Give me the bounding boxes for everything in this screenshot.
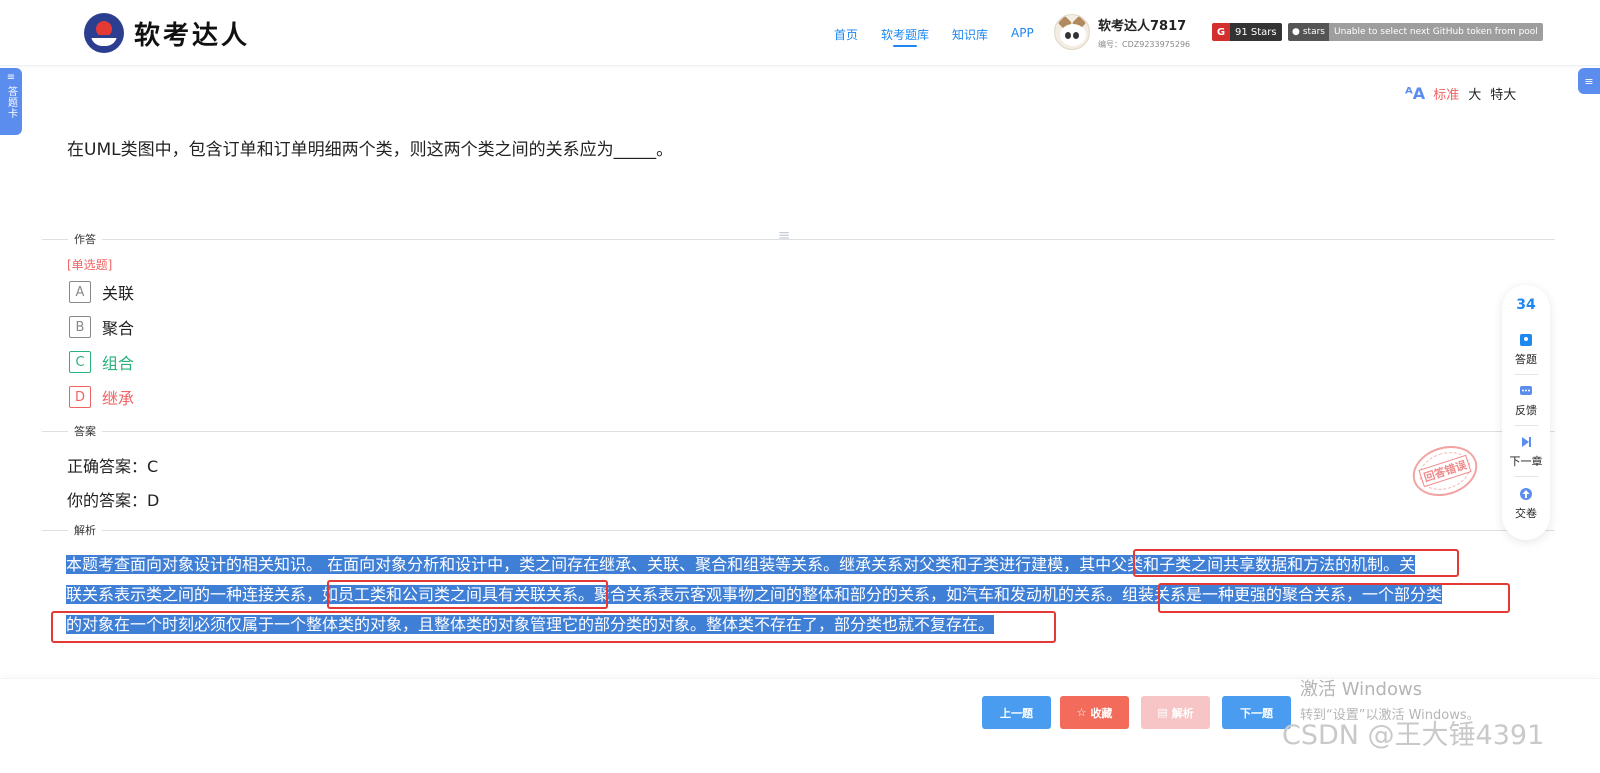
correct-answer: 正确答案：C	[67, 457, 159, 476]
star-icon: ☆	[1076, 706, 1087, 719]
section-label: 作答	[68, 231, 102, 247]
favorite-button[interactable]: ☆ 收藏	[1060, 696, 1129, 729]
github-icon: ●	[1292, 27, 1300, 37]
rail-next-chapter[interactable]: 下一章	[1502, 435, 1550, 469]
font-size-standard[interactable]: 标准	[1433, 84, 1459, 103]
answer-icon	[1519, 333, 1533, 347]
analysis-line: 本题考查面向对象设计的相关知识。 在面向对象分析和设计中，类之间存在继承、关联、…	[66, 555, 1416, 574]
option-key: C	[69, 351, 91, 373]
section-answer: 作答	[42, 231, 1555, 247]
option-d[interactable]: D 继承	[69, 385, 134, 409]
logo-icon	[84, 13, 124, 53]
submit-icon	[1519, 487, 1533, 501]
stars-count: 91 Stars	[1230, 23, 1282, 41]
rail-feedback[interactable]: 反馈	[1502, 384, 1550, 418]
avatar[interactable]	[1054, 14, 1090, 50]
option-text: 关联	[102, 284, 135, 303]
user-profile[interactable]: 软考达人7817 编号：CDZ9233975296	[1054, 14, 1190, 50]
csdn-watermark: CSDN @王大锤4391	[1282, 720, 1545, 751]
option-key: A	[69, 281, 91, 303]
github-message: Unable to select next GitHub token from …	[1328, 23, 1543, 41]
nav-app[interactable]: APP	[1011, 26, 1034, 43]
option-key: D	[69, 386, 91, 408]
option-text: 组合	[102, 354, 135, 373]
top-header: 软考达人 首页 软考题库 知识库 APP 软考达人7817 编号：CDZ9233…	[0, 0, 1600, 66]
user-name: 软考达人7817	[1098, 18, 1187, 34]
analysis-line: 联关系表示类之间的一种连接关系，如员工类和公司类之间具有关联关系。聚合关系表示客…	[66, 585, 1443, 604]
option-key: B	[69, 316, 91, 338]
question-text: 在UML类图中，包含订单和订单明细两个类，则这两个类之间的关系应为_____。	[67, 140, 674, 160]
option-text: 聚合	[102, 319, 135, 338]
github-label: ● stars	[1288, 23, 1329, 41]
stars-badge[interactable]: G 91 Stars	[1212, 23, 1282, 41]
nav-knowledge[interactable]: 知识库	[952, 26, 988, 43]
drag-handle-icon[interactable]: ≡	[775, 228, 793, 243]
menu-icon: ≡	[1584, 74, 1594, 88]
font-size-xlarge[interactable]: 特大	[1490, 84, 1516, 103]
section-label: 解析	[68, 522, 102, 538]
option-text: 继承	[102, 389, 135, 408]
next-question-button[interactable]: 下一题	[1222, 696, 1291, 729]
main-nav: 首页 软考题库 知识库 APP	[834, 26, 1057, 47]
user-id: 编号：CDZ9233975296	[1098, 39, 1191, 49]
option-b[interactable]: B 聚合	[69, 315, 134, 339]
font-size-icon: ᴬA	[1405, 84, 1426, 103]
logo-text: 软考达人	[134, 20, 251, 51]
your-answer: 你的答案：D	[67, 491, 160, 510]
section-analysis: 解析	[42, 522, 1555, 538]
feedback-icon	[1519, 384, 1533, 398]
question-type: [单选题]	[67, 258, 113, 272]
gitee-icon: G	[1212, 23, 1230, 41]
menu-icon: ≡	[6, 72, 16, 83]
font-size-switch: ᴬA 标准 大 特大	[1405, 84, 1525, 103]
rail-answer[interactable]: 答题	[1502, 333, 1550, 367]
right-toolbar: 34 答题 反馈 下一章 交卷	[1502, 285, 1550, 540]
analysis-line: 的对象在一个时刻必须仅属于一个整体类的对象，且整体类的对象管理它的部分类的对象。…	[66, 615, 995, 634]
next-chapter-icon	[1519, 435, 1533, 449]
analysis-text: 本题考查面向对象设计的相关知识。 在面向对象分析和设计中，类之间存在继承、关联、…	[66, 550, 1516, 640]
prev-question-button[interactable]: 上一题	[982, 696, 1051, 729]
option-a[interactable]: A 关联	[69, 280, 134, 304]
question-count: 34	[1516, 297, 1536, 313]
nav-question-bank[interactable]: 软考题库	[881, 26, 929, 47]
github-badge[interactable]: ● stars Unable to select next GitHub toke…	[1288, 23, 1543, 41]
section-key: 答案	[42, 423, 1555, 439]
analysis-button[interactable]: ▤ 解析	[1141, 696, 1210, 729]
right-menu-tab[interactable]: ≡	[1578, 68, 1600, 94]
wrong-answer-stamp: 回答错误	[1406, 437, 1484, 505]
rail-submit[interactable]: 交卷	[1502, 487, 1550, 521]
option-c[interactable]: C 组合	[69, 350, 134, 374]
font-size-large[interactable]: 大	[1468, 84, 1481, 103]
answer-card-tab[interactable]: ≡ 答题卡	[0, 68, 22, 135]
document-icon: ▤	[1157, 706, 1168, 719]
site-logo[interactable]: 软考达人	[84, 13, 250, 53]
nav-home[interactable]: 首页	[834, 26, 858, 43]
section-label: 答案	[68, 423, 102, 439]
